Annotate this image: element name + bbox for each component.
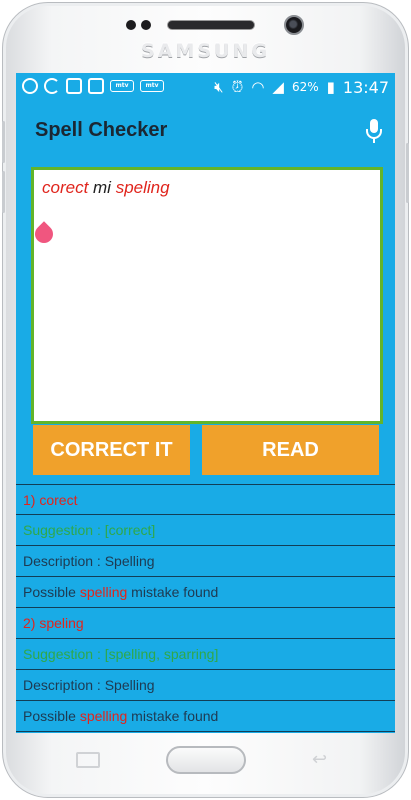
- front-camera: [284, 15, 304, 35]
- screen: mtv mtv 🔇︎ ⏰︎ ◠ ◢ 62% ▮ 13:47 Spell Chec…: [16, 73, 395, 733]
- volume-down-key[interactable]: [2, 171, 5, 213]
- mute-icon: 🔇︎: [214, 78, 224, 96]
- read-button[interactable]: READ: [202, 425, 379, 475]
- battery-percent: 62%: [291, 80, 319, 94]
- message-suffix: mistake found: [127, 708, 219, 724]
- sensor-dot: [141, 20, 151, 30]
- mistake-message-row: Possible spelling mistake found: [16, 701, 395, 732]
- system-icons: 🔇︎ ⏰︎ ◠ ◢ 62% ▮ 13:47: [214, 77, 389, 97]
- misspelt-word-row: 1) corect: [16, 484, 395, 515]
- recent-apps-key[interactable]: [76, 752, 100, 768]
- image-icon: [66, 78, 82, 94]
- message-prefix: Possible: [23, 708, 80, 724]
- misspelt-word: corect: [42, 178, 89, 197]
- battery-icon: ▮: [326, 78, 335, 96]
- mic-icon[interactable]: [363, 117, 385, 145]
- volume-up-key[interactable]: [2, 121, 5, 163]
- brand-logo: SAMSUNG: [141, 40, 270, 62]
- text-cursor-handle[interactable]: [31, 221, 57, 247]
- status-bar: mtv mtv 🔇︎ ⏰︎ ◠ ◢ 62% ▮ 13:47: [16, 73, 395, 102]
- highlighted-word: spelling: [79, 584, 128, 600]
- notification-icons: mtv mtv: [22, 78, 164, 94]
- message-suffix: mistake found: [127, 584, 219, 600]
- earpiece-speaker: [167, 20, 255, 30]
- correct-it-button[interactable]: CORRECT IT: [33, 425, 190, 475]
- gmail-icon: [88, 78, 104, 94]
- app-title: Spell Checker: [35, 119, 168, 141]
- back-key-icon[interactable]: ↩: [312, 751, 336, 769]
- results-list: 1) corect Suggestion : [correct] Descrip…: [16, 484, 395, 732]
- mtv-icon: mtv: [140, 80, 164, 92]
- suggestion-row: Suggestion : [spelling, sparring]: [16, 639, 395, 670]
- wifi-icon: ◠: [251, 78, 265, 96]
- alarm-icon: ⏰︎: [231, 78, 244, 96]
- highlighted-word: spelling: [79, 708, 128, 724]
- add-icon: [22, 78, 38, 94]
- signal-icon: ◢: [272, 78, 284, 96]
- suggestion-row: Suggestion : [correct]: [16, 515, 395, 546]
- input-text: corect mi speling: [42, 178, 170, 198]
- misspelt-word: speling: [115, 178, 170, 197]
- home-button[interactable]: [166, 746, 246, 774]
- description-row: Description : Spelling: [16, 546, 395, 577]
- misspelt-word-row: 2) speling: [16, 608, 395, 639]
- app-bar: Spell Checker: [16, 102, 395, 158]
- clock: 13:47: [342, 77, 389, 97]
- text-input-area[interactable]: corect mi speling: [31, 167, 383, 424]
- moon-icon: [44, 78, 60, 94]
- message-prefix: Possible: [23, 584, 80, 600]
- sensor-dot: [126, 20, 136, 30]
- mistake-message-row: Possible spelling mistake found: [16, 577, 395, 608]
- mtv-icon: mtv: [110, 80, 134, 92]
- input-word: mi: [88, 178, 116, 197]
- power-key[interactable]: [406, 143, 409, 203]
- description-row: Description : Spelling: [16, 670, 395, 701]
